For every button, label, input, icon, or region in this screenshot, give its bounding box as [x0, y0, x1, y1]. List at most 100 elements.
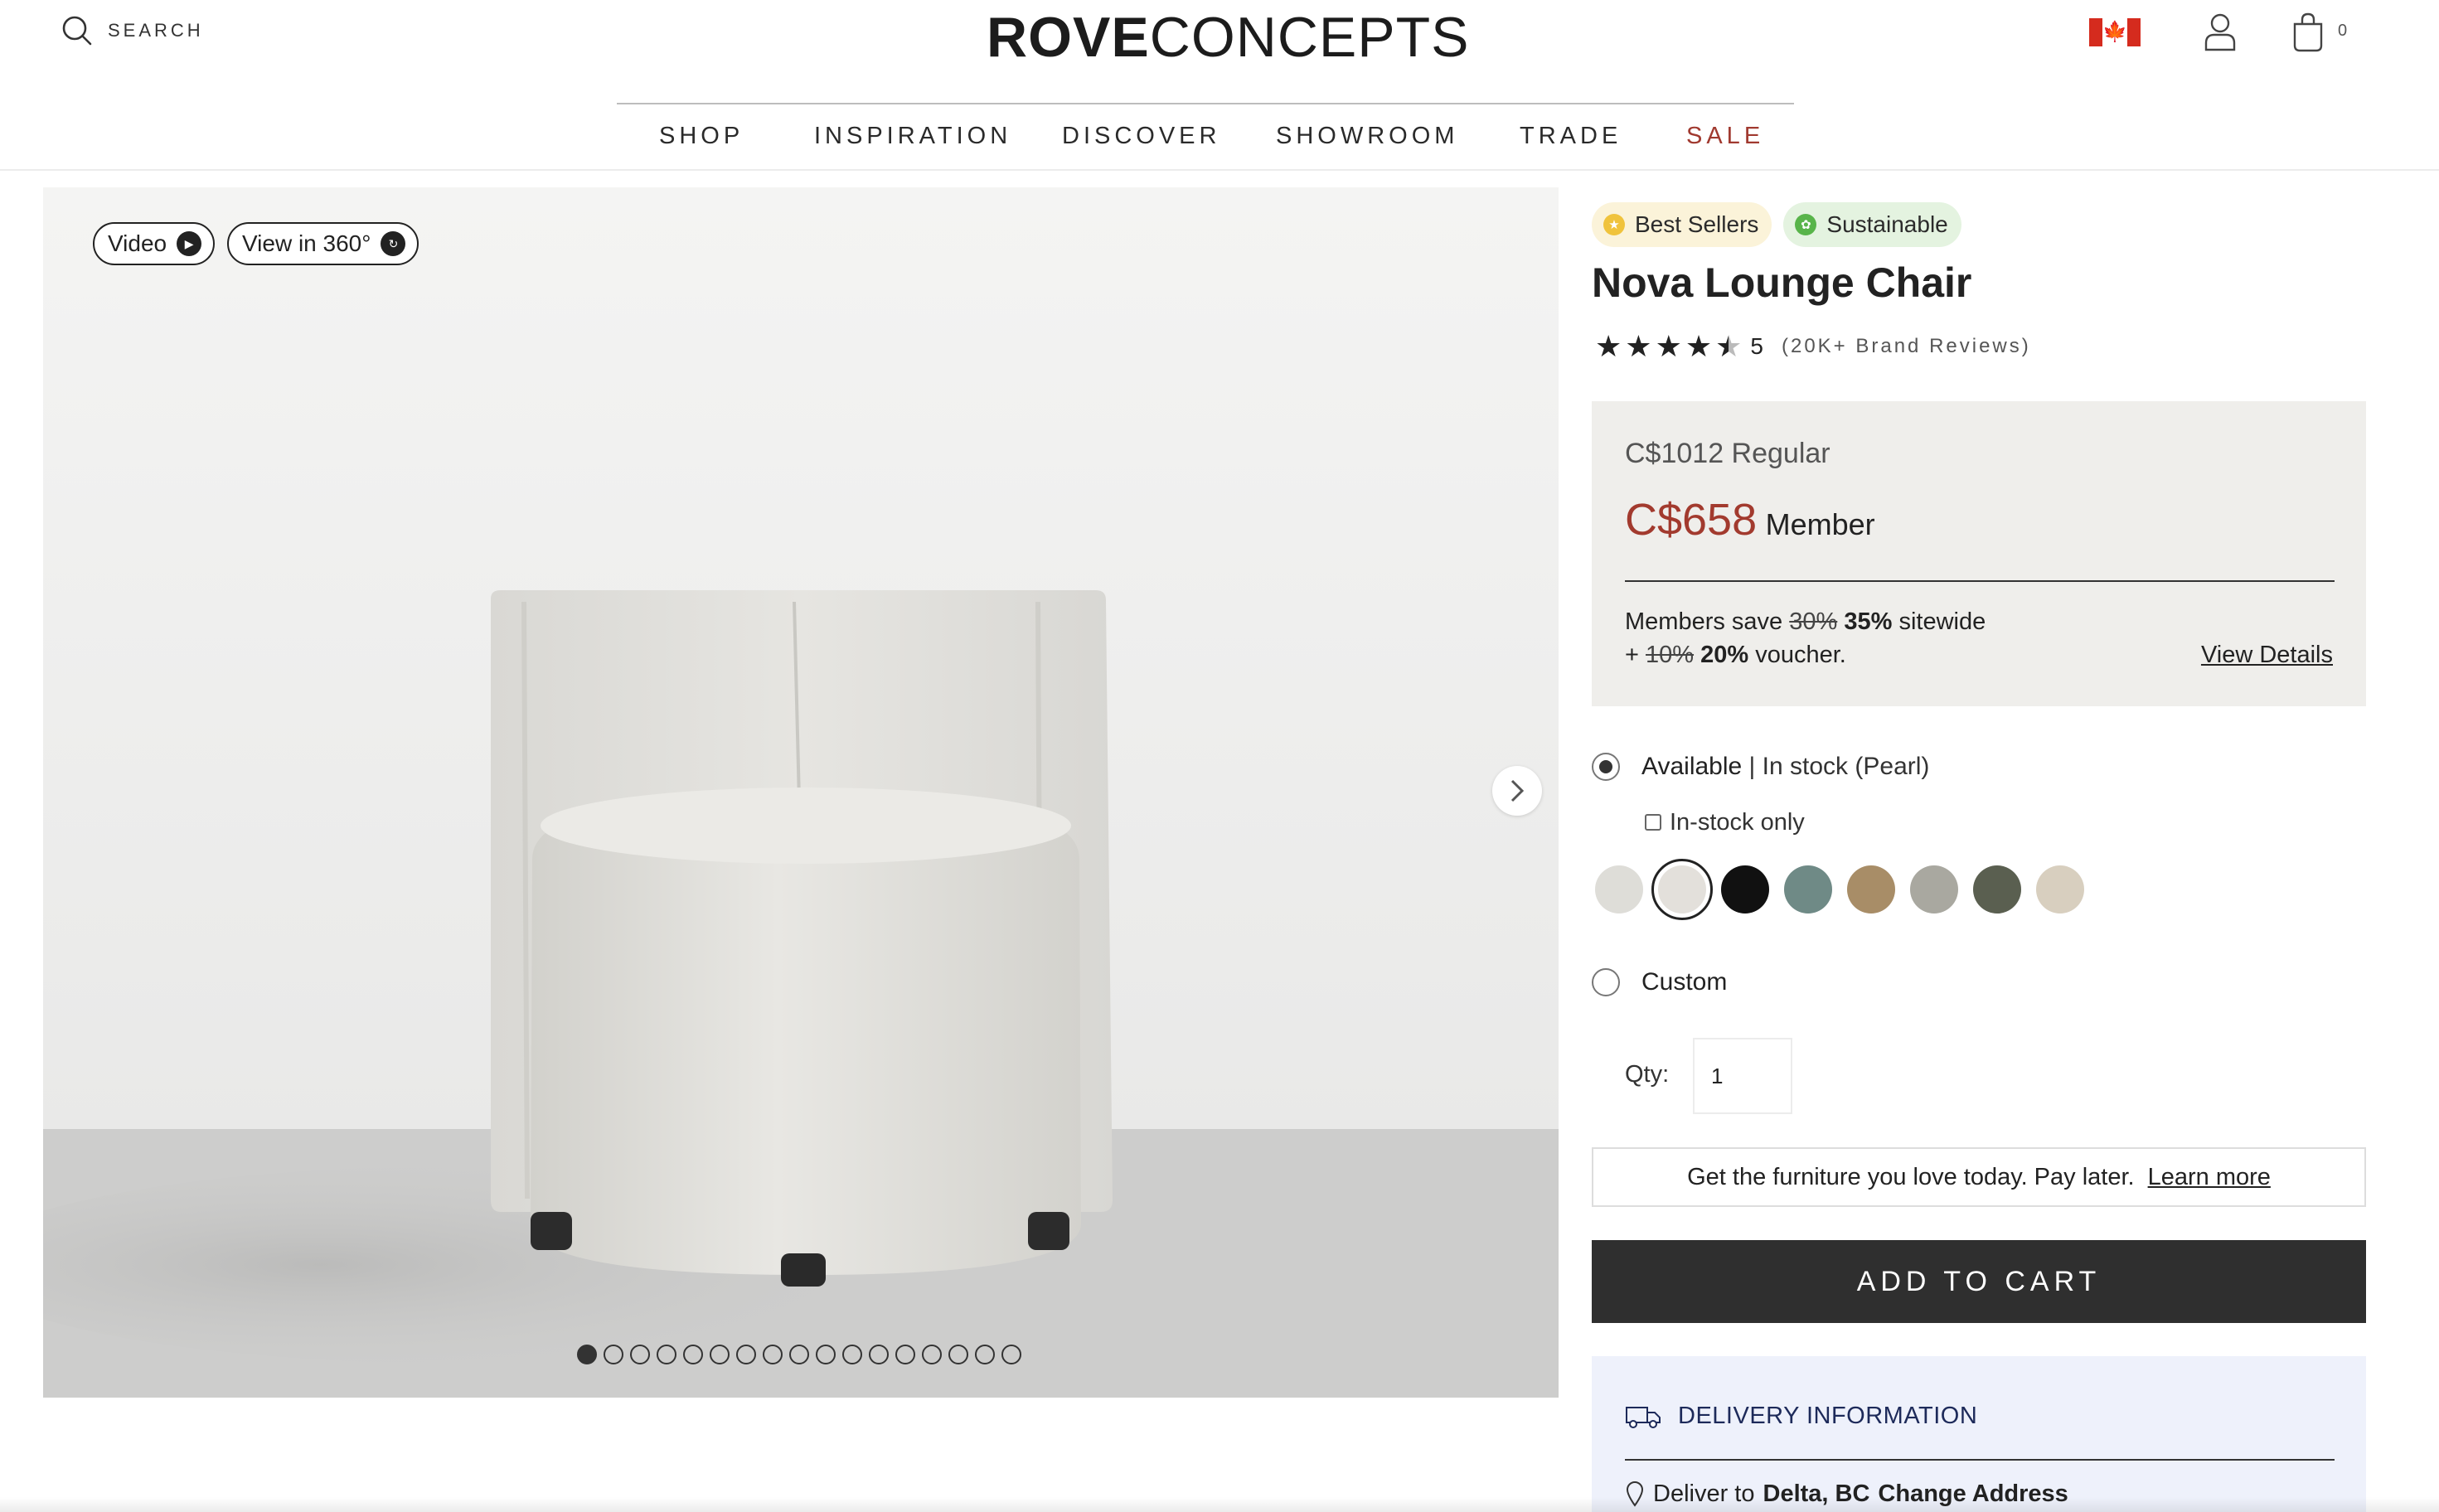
add-to-cart-button[interactable]: ADD TO CART	[1592, 1240, 2366, 1323]
search-label: SEARCH	[108, 20, 204, 41]
member-price: C$658	[1625, 495, 1758, 545]
learn-more-link[interactable]: Learn more	[2148, 1164, 2271, 1191]
view-360-label: View in 360°	[242, 230, 371, 256]
search-button[interactable]: SEARCH	[61, 15, 204, 46]
pay-later-text: Get the furniture you love today. Pay la…	[1687, 1163, 2135, 1190]
rating[interactable]: ★ ★ ★ ★ ★ 5 (20K+ Brand Reviews)	[1595, 332, 2031, 361]
member-price-row: C$658 Member	[1625, 494, 1875, 545]
star-icon: ★	[1625, 329, 1652, 363]
nav-sale[interactable]: SALE	[1686, 123, 1764, 150]
play-icon: ▶	[177, 231, 202, 256]
badge-sustainable: ✿ Sustainable	[1783, 202, 1961, 247]
cart-count: 0	[2338, 22, 2348, 40]
gallery-dot[interactable]	[657, 1345, 676, 1364]
in-stock-only-checkbox[interactable]	[1645, 814, 1661, 831]
price-divider	[1625, 580, 2335, 582]
gallery-dot[interactable]	[895, 1345, 915, 1364]
rating-value: 5	[1750, 333, 1763, 359]
gallery-dot[interactable]	[683, 1345, 703, 1364]
review-count[interactable]: (20K+ Brand Reviews)	[1782, 335, 2031, 358]
badge-list: ★ Best Sellers ✿ Sustainable	[1592, 202, 1961, 247]
rotate-360-icon: ↻	[381, 231, 406, 256]
regular-price: C$1012 Regular	[1625, 438, 1830, 469]
chevron-right-icon	[1510, 779, 1525, 802]
leaf-icon: ✿	[1795, 214, 1817, 235]
gallery-dot[interactable]	[630, 1345, 650, 1364]
swatch-light-grey[interactable]	[1595, 865, 1643, 914]
country-flag-canada-icon[interactable]: 🍁	[2089, 18, 2141, 46]
gallery-dot[interactable]	[842, 1345, 862, 1364]
page-bottom-fade	[0, 1497, 2439, 1512]
badge-label: Sustainable	[1826, 211, 1948, 237]
product-image	[43, 187, 1559, 1398]
main-nav: SHOP INSPIRATION DISCOVER SHOWROOM TRADE…	[617, 123, 1794, 156]
delivery-section: DELIVERY INFORMATION Deliver to Delta, B…	[1592, 1356, 2366, 1512]
swatch-camel[interactable]	[1847, 865, 1895, 914]
nav-divider	[617, 103, 1794, 104]
badge-label: Best Sellers	[1635, 211, 1759, 237]
swatch-black[interactable]	[1721, 865, 1769, 914]
product-gallery[interactable]: Video ▶ View in 360° ↻	[43, 187, 1559, 1398]
gallery-dot[interactable]	[710, 1345, 730, 1364]
product-title: Nova Lounge Chair	[1592, 259, 1972, 306]
member-label: Member	[1765, 507, 1875, 541]
nav-trade[interactable]: TRADE	[1520, 123, 1622, 150]
shopping-bag-icon[interactable]	[2291, 12, 2325, 53]
star-icon: ★	[1595, 329, 1622, 363]
custom-radio[interactable]	[1592, 968, 1620, 996]
gallery-dot[interactable]	[948, 1345, 968, 1364]
delivery-header[interactable]: DELIVERY INFORMATION	[1625, 1403, 1977, 1430]
half-star-icon: ★	[1715, 329, 1743, 363]
gallery-dot[interactable]	[975, 1345, 995, 1364]
delivery-heading: DELIVERY INFORMATION	[1678, 1403, 1978, 1429]
available-radio[interactable]	[1592, 753, 1620, 781]
video-button[interactable]: Video ▶	[93, 222, 216, 265]
site-logo[interactable]: ROVECONCEPTS	[987, 5, 1470, 70]
product-panel: ★ Best Sellers ✿ Sustainable Nova Lounge…	[1592, 187, 2366, 1512]
qty-label: Qty:	[1625, 1061, 1670, 1088]
price-box: C$1012 Regular C$658 Member Members save…	[1592, 401, 2366, 706]
gallery-dot[interactable]	[789, 1345, 809, 1364]
nav-shop[interactable]: SHOP	[659, 123, 744, 150]
gallery-dot[interactable]	[922, 1345, 942, 1364]
badge-best-sellers: ★ Best Sellers	[1592, 202, 1772, 247]
gallery-dot[interactable]	[763, 1345, 783, 1364]
search-icon	[62, 16, 92, 46]
site-header: SEARCH ROVECONCEPTS 🍁 0 SHOP INSPIRATION…	[0, 0, 2439, 171]
star-icon: ★	[1655, 329, 1682, 363]
account-icon[interactable]	[2204, 12, 2237, 53]
custom-label: Custom	[1641, 968, 1728, 996]
swatch-stone[interactable]	[1910, 865, 1958, 914]
gallery-dot[interactable]	[869, 1345, 889, 1364]
nav-inspiration[interactable]: INSPIRATION	[814, 123, 1011, 150]
gallery-pagination	[577, 1345, 1021, 1364]
swatch-pearl[interactable]	[1651, 859, 1713, 920]
star-icon: ★	[1685, 329, 1713, 363]
pay-later-banner: Get the furniture you love today. Pay la…	[1592, 1147, 2366, 1207]
view-360-button[interactable]: View in 360° ↻	[227, 222, 419, 265]
next-image-button[interactable]	[1492, 766, 1542, 816]
logo-bold: ROVE	[987, 6, 1150, 69]
nav-showroom[interactable]: SHOWROOM	[1276, 123, 1458, 150]
in-stock-only-label: In-stock only	[1670, 809, 1805, 836]
star-badge-icon: ★	[1603, 214, 1625, 235]
view-details-link[interactable]: View Details	[2201, 642, 2333, 669]
gallery-dot[interactable]	[816, 1345, 836, 1364]
gallery-dot[interactable]	[1001, 1345, 1021, 1364]
gallery-dot[interactable]	[577, 1345, 597, 1364]
gallery-dot[interactable]	[736, 1345, 756, 1364]
nav-discover[interactable]: DISCOVER	[1062, 123, 1220, 150]
truck-icon	[1626, 1406, 1661, 1428]
available-label: Available | In stock (Pearl)	[1641, 753, 1930, 780]
member-savings: Members save 30% 35% sitewide	[1625, 608, 1986, 635]
swatch-oatmeal[interactable]	[2036, 865, 2084, 914]
gallery-dot[interactable]	[604, 1345, 623, 1364]
swatch-sage[interactable]	[1784, 865, 1832, 914]
quantity-input[interactable]	[1693, 1038, 1792, 1114]
color-swatches	[1595, 859, 2084, 920]
member-voucher: + 10% 20% voucher.	[1625, 642, 1846, 668]
swatch-olive[interactable]	[1973, 865, 2021, 914]
video-label: Video	[108, 230, 167, 256]
delivery-divider	[1625, 1459, 2335, 1461]
logo-light: CONCEPTS	[1149, 6, 1470, 69]
